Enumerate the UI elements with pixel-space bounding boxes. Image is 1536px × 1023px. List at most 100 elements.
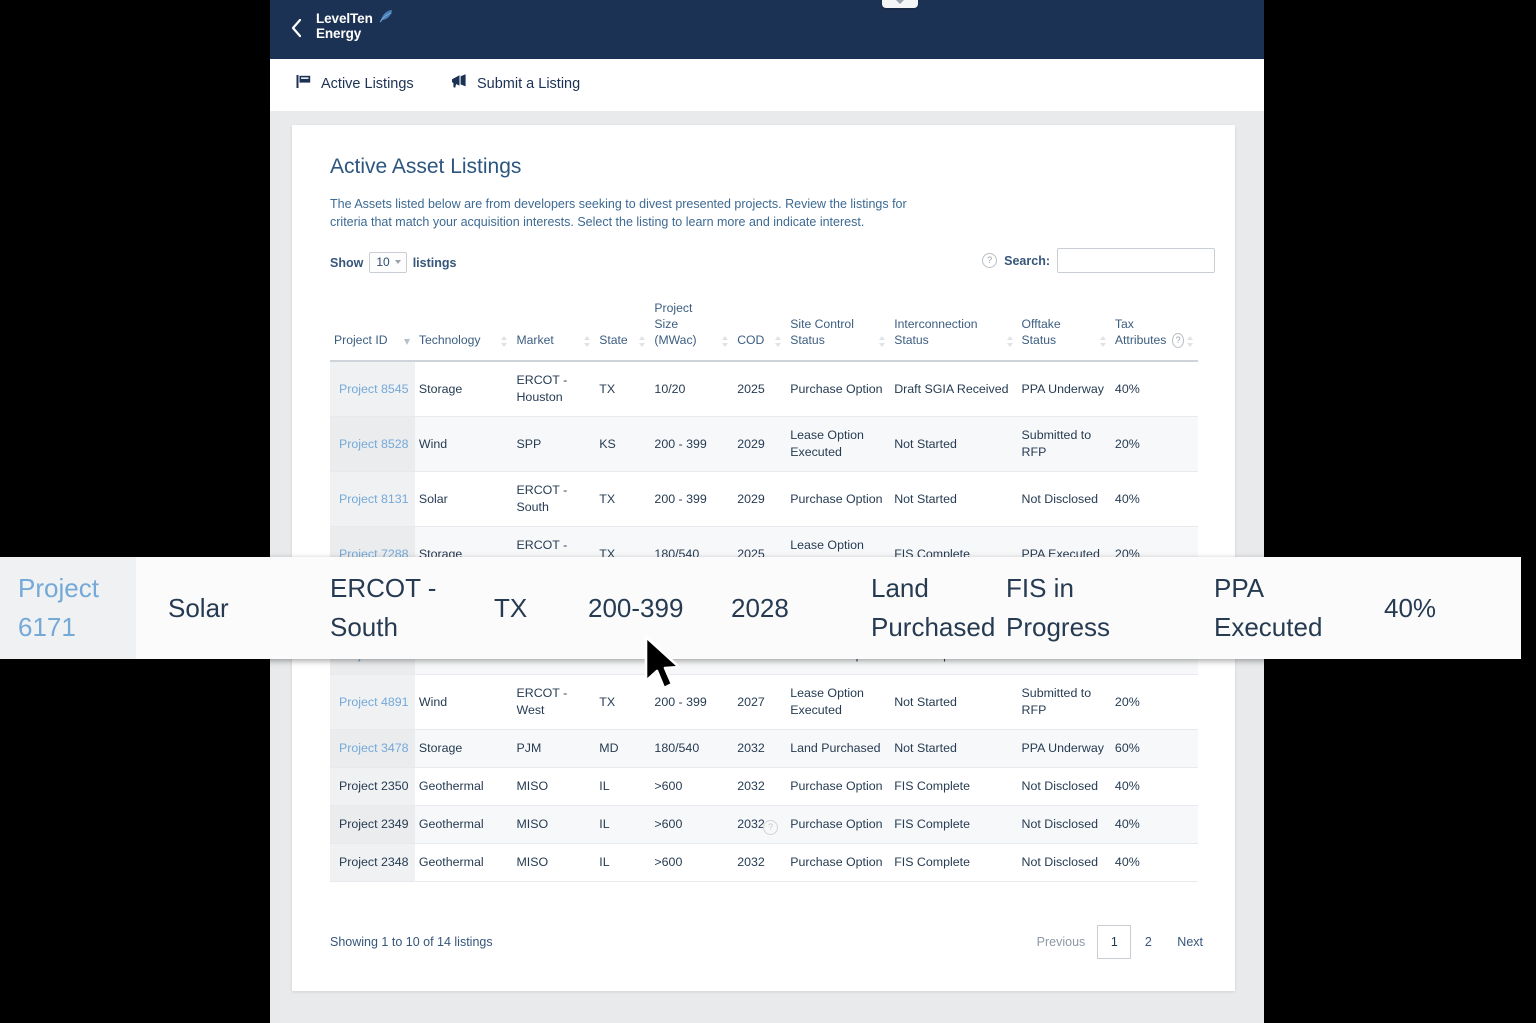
top-pill-badge[interactable] (882, 0, 918, 8)
sort-icon (1187, 335, 1194, 348)
pagination-next-button[interactable]: Next (1165, 925, 1215, 959)
column-header-label: Project Size (MWac) (654, 301, 697, 347)
cell-market: ERCOT - South (512, 471, 596, 527)
listings-per-page-select[interactable]: 10 (369, 252, 407, 273)
column-header-tax-attributes[interactable]: Tax Attributes ? (1110, 294, 1198, 362)
brand-logo[interactable]: LevelTen Energy (316, 8, 398, 49)
table-row[interactable]: Project 8545 Storage ERCOT - Houston TX 10/2… (330, 361, 1198, 417)
table-row[interactable]: Project 2350 Geothermal MISO IL >600 2032 Purc… (330, 767, 1198, 806)
column-header-project-size[interactable]: Project Size (MWac) (650, 294, 734, 362)
cell-cod: 2029 (733, 471, 787, 527)
sort-icon (775, 335, 782, 348)
table-row[interactable]: Project 3478 Storage PJM MD 180/540 2032 Land … (330, 729, 1198, 768)
nav-tab-active-listings[interactable]: Active Listings (295, 73, 414, 95)
cell-project-id[interactable]: Project 4891 (330, 674, 415, 730)
cell-tax-attributes: 40% (1110, 767, 1198, 806)
cell-state: TX (595, 361, 651, 417)
cell-interconnection-status: Not Started (890, 674, 1018, 730)
cell-project-id[interactable]: Project 8528 (330, 416, 415, 472)
cell-project-id[interactable]: Project 2348 (330, 843, 415, 882)
cell-project-id[interactable]: Project 2349 (330, 805, 415, 844)
back-chevron-icon[interactable] (288, 14, 306, 42)
table-row[interactable]: Project 4891 Wind ERCOT - West TX 200 - 399 2… (330, 674, 1198, 730)
table-row[interactable]: Project 2348 Geothermal MISO IL >600 2032 Purc… (330, 843, 1198, 882)
project-id-link[interactable]: Project 8131 (339, 492, 409, 506)
column-header-project-id[interactable]: Project ID (330, 294, 415, 362)
cell-cod: 2027 (733, 674, 787, 730)
leaf-swoosh-icon (378, 8, 394, 24)
column-header-technology[interactable]: Technology (414, 294, 513, 362)
cell-technology: Geothermal (414, 767, 513, 806)
cell-project-id[interactable]: Project 8545 (330, 361, 415, 417)
magnified-project-id-line2: 6171 (18, 612, 76, 642)
cell-project-id[interactable]: Project 2350 (330, 767, 415, 806)
column-header-offtake-status[interactable]: Offtake Status (1017, 294, 1111, 362)
cell-market: ERCOT - Houston (512, 361, 596, 417)
column-header-site-control-status[interactable]: Site Control Status (786, 294, 891, 362)
project-id-link[interactable]: Project 8545 (339, 382, 409, 396)
magnified-offtake-line2: Executed (1214, 612, 1323, 642)
magnified-site-control-status: Land Purchased (834, 569, 995, 647)
cell-cod: 2032 (733, 729, 787, 768)
cell-project-size: >600 (650, 805, 734, 844)
project-id-link[interactable]: Project 8528 (339, 437, 409, 451)
cell-interconnection-status: Not Started (890, 416, 1018, 472)
magnified-technology: Solar (168, 592, 229, 623)
cell-site-control-status: Purchase Option (786, 471, 891, 527)
nav-tab-submit-a-listing[interactable]: Submit a Listing (450, 73, 580, 95)
magnified-site-control-line1: Land (871, 573, 929, 603)
magnified-table-row[interactable]: Project 6171 Solar ERCOT - South TX 200-… (0, 557, 1521, 659)
cell-site-control-status: Lease Option Executed (786, 674, 891, 730)
question-mark-icon[interactable]: ? (1172, 333, 1184, 348)
question-mark-icon[interactable]: ? (763, 820, 778, 835)
column-header-market[interactable]: Market (512, 294, 596, 362)
cell-cod: 2025 (733, 361, 787, 417)
show-label: Show (330, 255, 364, 270)
column-header-cod[interactable]: COD (733, 294, 787, 362)
cell-project-id[interactable]: Project 8131 (330, 471, 415, 527)
pagination-previous-button[interactable]: Previous (1025, 925, 1098, 959)
table-row[interactable]: Project 8528 Wind SPP KS 200 - 399 2029 Lease … (330, 416, 1198, 472)
question-mark-icon[interactable]: ? (982, 253, 998, 268)
cell-site-control-status: Purchase Option (786, 805, 891, 844)
table-row[interactable]: Project 8131 Solar ERCOT - South TX 200 - 39… (330, 471, 1198, 527)
cell-cod: 2029 (733, 416, 787, 472)
search-label: Search: (1004, 253, 1050, 268)
cell-state: TX (595, 674, 651, 730)
column-header-state[interactable]: State (595, 294, 651, 362)
cell-cod: 2032 (733, 805, 787, 844)
cell-interconnection-status: FIS Complete (890, 805, 1018, 844)
cell-market: MISO (512, 805, 596, 844)
cell-interconnection-status: Not Started (890, 729, 1018, 768)
column-header-label: Technology (418, 333, 481, 347)
cell-project-id[interactable]: Project 3478 (330, 729, 415, 768)
brand-name-line2: Energy (316, 26, 362, 41)
project-id-link[interactable]: Project 4891 (339, 695, 409, 709)
cell-state: TX (595, 471, 651, 527)
column-header-label: State (599, 333, 628, 347)
magnifier-overlay: Project 6171 Solar ERCOT - South TX 200-… (0, 557, 1521, 659)
sort-icon (1006, 335, 1014, 348)
cell-site-control-status: Purchase Option (786, 361, 891, 417)
magnified-market-line1: ERCOT - (330, 573, 437, 603)
cell-interconnection-status: FIS Complete (890, 767, 1018, 806)
magnified-cod: 2028 (731, 592, 789, 623)
magnified-project-id[interactable]: Project 6171 (0, 557, 136, 659)
column-header-label: Market (516, 333, 554, 347)
pagination-page-2[interactable]: 2 (1131, 925, 1165, 959)
cell-project-size: >600 (650, 767, 734, 806)
search-input[interactable] (1057, 248, 1215, 273)
cell-technology: Storage (414, 729, 513, 768)
cell-market: PJM (512, 729, 596, 768)
page-description: The Assets listed below are from develop… (330, 197, 907, 229)
cell-technology: Wind (414, 674, 513, 730)
column-header-interconnection-status[interactable]: Interconnection Status (890, 294, 1018, 362)
project-id-link: Project 2350 (339, 779, 409, 793)
pagination-page-1[interactable]: 1 (1097, 925, 1132, 959)
column-header-label: Site Control Status (790, 317, 854, 347)
sort-icon (639, 335, 646, 348)
project-id-link[interactable]: Project 3478 (339, 741, 409, 755)
sort-icon (501, 335, 508, 348)
cell-offtake-status: Submitted to RFP (1017, 416, 1111, 472)
cell-project-size: 200 - 399 (650, 471, 734, 527)
